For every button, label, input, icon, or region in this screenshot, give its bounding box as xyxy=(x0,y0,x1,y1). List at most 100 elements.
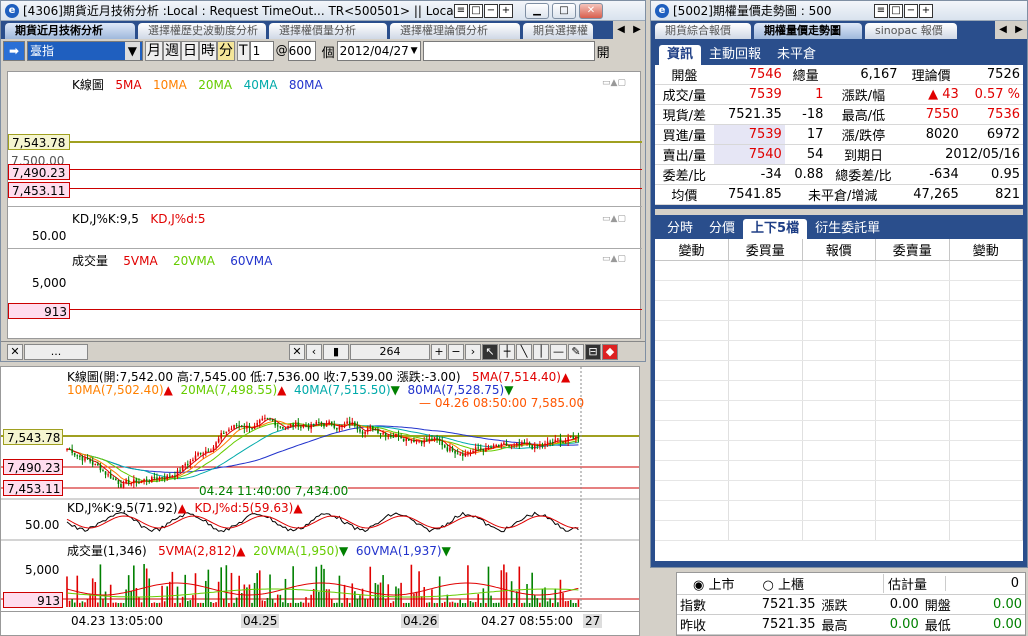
period-month[interactable]: 月 xyxy=(145,41,163,61)
minus-icon[interactable]: − xyxy=(904,3,918,18)
label-change: 漲跌 xyxy=(818,595,868,615)
subtab-open-interest[interactable]: 未平倉 xyxy=(769,45,824,65)
minimize-button[interactable]: ▁ xyxy=(525,2,549,19)
arrow-right-icon[interactable]: ➡ xyxy=(3,41,25,61)
candle-body xyxy=(325,423,328,427)
volume-bar xyxy=(456,602,459,607)
radio-listed[interactable]: ◉ 上市 xyxy=(693,574,735,593)
tab-option-volume[interactable]: 選擇權價量分析 xyxy=(269,23,387,39)
tab-futures-options[interactable]: 期貨選擇權 xyxy=(523,23,593,39)
tab-option-theory[interactable]: 選擇權理論價分析 xyxy=(390,23,520,39)
subtab-active-report[interactable]: 主動回報 xyxy=(701,45,769,65)
table-cell xyxy=(802,440,876,461)
table-cell xyxy=(875,500,950,521)
value-change-pct: 0.57 % xyxy=(961,84,1023,105)
tab-futures-quote[interactable]: 期貨綜合報價 xyxy=(655,23,751,39)
volume-bar xyxy=(364,598,366,607)
tab-left-arrow-icon[interactable]: ◀ xyxy=(613,21,629,39)
period-week[interactable]: 週 xyxy=(163,41,181,61)
tab-hv-analysis[interactable]: 選擇權歷史波動度分析 xyxy=(138,23,266,39)
symbol-select[interactable]: 臺指 ▼ xyxy=(27,41,143,61)
plus-icon[interactable]: + xyxy=(499,3,513,18)
volume-bar xyxy=(482,588,485,607)
close-button[interactable]: ✕ xyxy=(579,2,603,19)
erase-tool-icon[interactable]: ⊟ xyxy=(585,343,601,360)
close-panel-icon[interactable]: ✕ xyxy=(7,343,23,360)
volume-bar xyxy=(318,592,320,607)
candle-body xyxy=(156,477,158,479)
panel-controls[interactable]: ▭▲▢ xyxy=(602,214,626,224)
window-titlebar: e [5002]期權量價走勢圖 : 500 ≡ □ − + xyxy=(651,1,1027,21)
period-minute[interactable]: 分 xyxy=(217,41,235,61)
candle-body xyxy=(343,423,346,425)
candle-body xyxy=(276,425,279,427)
more-button[interactable]: 開 xyxy=(597,42,610,61)
candle-body xyxy=(122,483,125,488)
radio-otc[interactable]: ○ 上櫃 xyxy=(763,574,805,593)
search-input[interactable] xyxy=(422,41,595,61)
period-day[interactable]: 日 xyxy=(181,41,199,61)
minus-icon[interactable]: − xyxy=(484,3,498,18)
fibo-tool-icon[interactable]: ✎ xyxy=(568,343,584,360)
chevron-down-icon[interactable]: ▼ xyxy=(411,42,418,60)
t-value-input[interactable]: 1 xyxy=(249,41,274,61)
plus-icon[interactable]: + xyxy=(919,3,933,18)
volume-bar xyxy=(305,597,307,607)
tick-tab-time[interactable]: 分時 xyxy=(659,219,701,239)
tick-tab-derived[interactable]: 衍生委託單 xyxy=(807,219,888,239)
tab-sinopac-quote[interactable]: sinopac 報價 xyxy=(865,23,957,39)
maximize-button[interactable]: □ xyxy=(552,2,576,19)
table-row: 賣出/量 7540 54 到期日 2012/05/16 xyxy=(655,144,1023,165)
vline-tool-icon[interactable]: │ xyxy=(533,343,549,360)
zoom-out-icon[interactable]: − xyxy=(448,343,464,360)
restore-icon[interactable]: □ xyxy=(469,3,483,18)
kd-k-label: KD,J%K:9,5 xyxy=(72,212,139,226)
line-tool-icon[interactable]: ╲ xyxy=(516,343,532,360)
candle-body xyxy=(436,437,438,440)
panel-controls[interactable]: ▭▲▢ xyxy=(602,78,626,88)
candle-body xyxy=(91,461,94,465)
volume-bar xyxy=(551,602,554,607)
tab-volume-trend[interactable]: 期權量價走勢圖 xyxy=(754,23,862,39)
scroll-right-icon[interactable]: › xyxy=(465,343,481,360)
table-row: 委差/比 -34 0.88 總委差/比 -634 0.95 xyxy=(655,164,1023,185)
chevron-down-icon[interactable]: ▼ xyxy=(124,42,140,60)
candle-body xyxy=(562,442,564,444)
date-select[interactable]: 2012/04/27 ▼ xyxy=(336,41,421,61)
settings-tool-icon[interactable]: ◆ xyxy=(602,343,618,360)
t-button[interactable]: T xyxy=(237,41,250,61)
cursor-tool-icon[interactable]: ↖ xyxy=(482,343,498,360)
tab-right-arrow-icon[interactable]: ▶ xyxy=(629,21,645,39)
table-row xyxy=(655,500,1023,521)
volume-bar xyxy=(217,581,220,607)
period-hour[interactable]: 時 xyxy=(199,41,217,61)
scroll-left-label[interactable]: ... xyxy=(24,343,88,360)
at-value-input[interactable]: 600 xyxy=(287,41,316,61)
subtab-info[interactable]: 資訊 xyxy=(659,45,702,65)
tab-right-arrow-icon[interactable]: ▶ xyxy=(1011,21,1027,39)
tab-left-arrow-icon[interactable]: ◀ xyxy=(995,21,1011,39)
scroll-thumb[interactable]: ▮ xyxy=(323,343,349,360)
scroll-left-icon[interactable]: ‹ xyxy=(306,343,322,360)
float-icon[interactable]: ≡ xyxy=(454,3,468,18)
tick-tab-depth[interactable]: 上下5檔 xyxy=(743,219,808,239)
candle-body xyxy=(251,428,253,430)
restore-icon[interactable]: □ xyxy=(889,3,903,18)
date-label-1: 04.23 13:05:00 xyxy=(71,614,164,628)
volume-bar xyxy=(572,602,575,607)
ma10-line xyxy=(67,420,579,484)
zoom-in-icon[interactable]: + xyxy=(431,343,447,360)
candle-body xyxy=(104,471,107,475)
close-icon[interactable]: ✕ xyxy=(289,343,305,360)
volume-bar xyxy=(495,602,497,607)
volume-bar xyxy=(554,588,557,607)
float-icon[interactable]: ≡ xyxy=(874,3,888,18)
volume-bar xyxy=(438,576,441,607)
tick-tab-price[interactable]: 分價 xyxy=(701,219,743,239)
volume-bar xyxy=(179,602,181,607)
tab-futures-technical[interactable]: 期貨近月技術分析 xyxy=(5,23,135,39)
hline-tool-icon[interactable]: — xyxy=(550,343,567,360)
crosshair-tool-icon[interactable]: ┼ xyxy=(499,343,515,360)
panel-controls[interactable]: ▭▲▢ xyxy=(602,254,626,264)
label-ask: 賣出/量 xyxy=(655,144,714,165)
